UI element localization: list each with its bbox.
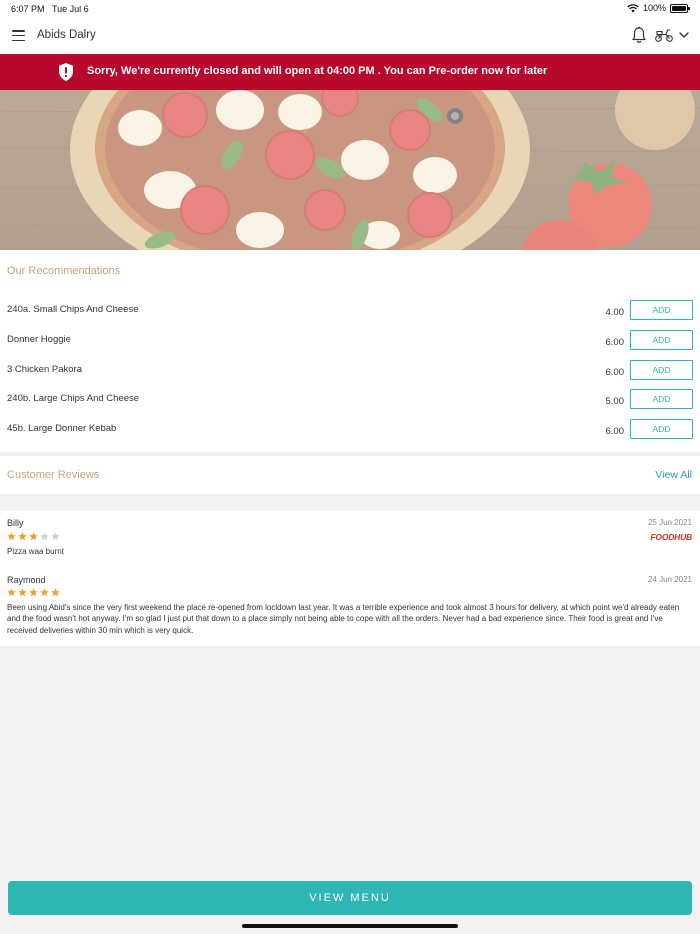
add-button[interactable]: ADD (630, 389, 693, 409)
item-price: 5.00 (605, 396, 625, 407)
item-price: 6.00 (605, 426, 625, 437)
reviews-header: Customer Reviews View All (0, 456, 700, 494)
item-price: 6.00 (605, 367, 625, 378)
star-filled-icon (40, 588, 49, 597)
status-time: 6:07 PM (11, 4, 45, 14)
view-menu-button[interactable]: VIEW MENU (8, 881, 692, 915)
star-empty-icon (40, 532, 49, 541)
add-button[interactable]: ADD (630, 330, 693, 350)
recommendation-item: 240b. Large Chips And Cheese 5.00 ADD (0, 389, 700, 419)
closed-message: Sorry, We're currently closed and will o… (87, 65, 548, 77)
menu-icon[interactable] (12, 30, 25, 41)
star-filled-icon (7, 532, 16, 541)
view-all-link[interactable]: View All (655, 469, 692, 481)
review-date: 24 Jun 2021 (647, 575, 692, 584)
recommendation-item: 240a. Small Chips And Cheese 4.00 ADD (0, 300, 700, 330)
review-text: Pizza waa burnt (7, 547, 64, 556)
status-right: 100% (627, 3, 690, 13)
top-bar: Abids Dalry (0, 18, 700, 54)
add-button[interactable]: ADD (630, 300, 693, 320)
star-filled-icon (7, 588, 16, 597)
item-name: 240b. Large Chips And Cheese (7, 393, 140, 404)
review-text: Been using Abid's since the very first w… (7, 603, 680, 635)
item-name: 240a. Small Chips And Cheese (7, 304, 139, 315)
add-button[interactable]: ADD (630, 360, 693, 380)
review-author: Raymond (7, 575, 46, 585)
recommendation-item: Donner Hoggie 6.00 ADD (0, 330, 700, 360)
reviews-list: Billy 25 Jun 2021 FOODHUB Pizza waa burn… (0, 511, 700, 646)
star-filled-icon (18, 588, 27, 597)
closed-banner: Sorry, We're currently closed and will o… (0, 54, 700, 90)
recommendations-title: Our Recommendations (7, 265, 121, 277)
hero-pizza-image (0, 90, 700, 250)
bell-icon[interactable] (631, 26, 647, 44)
recommendation-item: 45b. Large Donner Kebab 6.00 ADD (0, 419, 700, 449)
delivery-scooter-icon[interactable] (654, 27, 674, 43)
item-name: 45b. Large Donner Kebab (7, 423, 117, 434)
item-name: 3 Chicken Pakora (7, 364, 82, 375)
battery-percent: 100% (642, 3, 666, 13)
status-bar: 6:07 PM Tue Jul 6 100% (0, 0, 700, 18)
star-filled-icon (29, 588, 38, 597)
status-date: Tue Jul 6 (52, 4, 89, 14)
home-indicator (242, 924, 458, 928)
star-filled-icon (51, 588, 60, 597)
star-rating (7, 532, 60, 541)
item-price: 4.00 (605, 307, 625, 318)
star-filled-icon (29, 532, 38, 541)
star-empty-icon (51, 532, 60, 541)
item-name: Donner Hoggie (7, 334, 71, 345)
star-filled-icon (18, 532, 27, 541)
reviews-title: Customer Reviews (7, 469, 100, 481)
wifi-icon (627, 3, 639, 12)
battery-icon (670, 3, 690, 13)
recommendation-item: 3 Chicken Pakora 6.00 ADD (0, 360, 700, 390)
review-date: 25 Jun 2021 (647, 518, 692, 527)
store-name: Abids Dalry (37, 29, 96, 41)
review-author: Billy (7, 518, 24, 528)
recommendations-section: Our Recommendations 240a. Small Chips An… (0, 250, 700, 452)
chevron-down-icon[interactable] (678, 29, 690, 41)
shield-alert-icon (59, 63, 73, 81)
star-rating (7, 588, 60, 597)
add-button[interactable]: ADD (630, 419, 693, 439)
foodhub-logo: FOODHUB (650, 532, 692, 542)
item-price: 6.00 (605, 337, 625, 348)
